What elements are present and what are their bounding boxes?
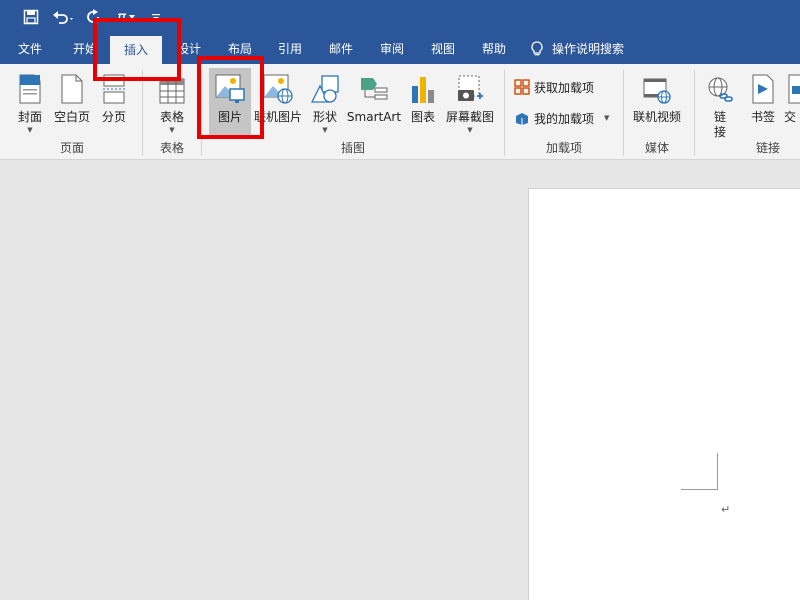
highlight-pictures-button [197,56,264,139]
get-addins-label: 获取加载项 [534,80,595,95]
paragraph-mark: ↵ [721,503,731,516]
shapes-button[interactable]: 形状 ▼ [306,68,344,138]
cross-reference-label: 交 [784,110,797,124]
link-label: 链接 [713,110,726,139]
chart-label: 图表 [410,110,435,124]
media-group-label: 媒体 [644,141,669,155]
blank-page-button[interactable]: 空白页 [52,68,92,138]
smartart-label: SmartArt [346,110,402,124]
undo-icon[interactable] [50,6,78,28]
tables-group-label: 表格 [159,141,184,155]
chevron-down-icon: ▼ [169,126,175,134]
chevron-down-icon: ▼ [604,114,610,122]
online-video-label: 联机视频 [632,110,681,124]
links-group-label: 链接 [755,141,780,155]
store-icon [514,79,530,95]
my-addins-label: 我的加载项 [534,111,595,126]
chart-icon [406,68,440,104]
chevron-down-icon: ▼ [27,126,33,134]
screenshot-icon [443,68,497,104]
pages-group-label: 页面 [59,141,84,155]
margin-corner-mark [717,453,718,490]
tab-review[interactable]: 审阅 [368,34,416,64]
my-addins-icon [514,110,530,126]
online-video-button[interactable]: 联机视频 [630,68,684,138]
tab-help[interactable]: 帮助 [470,34,518,64]
screenshot-button[interactable]: 屏幕截图 ▼ [443,68,497,138]
bookmark-icon [746,68,780,104]
group-divider [504,70,505,156]
margin-corner-mark [681,489,718,490]
illustrations-group-label: 插图 [340,141,365,155]
save-icon[interactable] [20,6,42,28]
smartart-icon [346,68,402,104]
my-addins-button[interactable]: 我的加载项 ▼ [514,107,609,129]
group-divider [623,70,624,156]
chart-button[interactable]: 图表 [406,68,440,138]
tab-file[interactable]: 文件 [6,34,54,64]
cover-page-button[interactable]: 封面 ▼ [12,68,48,138]
table-label: 表格 [159,110,184,124]
blank-page-icon [52,68,92,104]
lightbulb-icon [530,41,544,57]
tab-view[interactable]: 视图 [418,34,468,64]
bookmark-label: 书签 [750,110,775,124]
screenshot-label: 屏幕截图 [445,110,494,124]
blank-page-label: 空白页 [53,110,90,124]
link-button[interactable]: 链接 [702,68,738,139]
shapes-label: 形状 [312,110,337,124]
document-page[interactable] [528,188,800,600]
cover-page-icon [12,68,48,104]
page-break-label: 分页 [101,110,126,124]
shapes-icon [306,68,344,104]
group-divider [694,70,695,156]
chevron-down-icon: ▼ [467,126,473,134]
cross-reference-icon [784,68,800,104]
group-divider [142,70,143,156]
bookmark-button[interactable]: 书签 [746,68,780,138]
get-addins-button[interactable]: 获取加载项 [514,76,594,98]
chevron-down-icon: ▼ [322,126,328,134]
addins-group-label: 加载项 [545,141,582,155]
cover-page-label: 封面 [17,110,42,124]
online-video-icon [630,68,684,104]
tell-me-search[interactable]: 操作说明搜索 [530,34,640,64]
tab-mailings[interactable]: 邮件 [316,34,366,64]
tell-me-label: 操作说明搜索 [552,42,625,56]
cross-reference-button[interactable]: 交 [784,68,800,138]
smartart-button[interactable]: SmartArt [346,68,402,138]
highlight-insert-tab [93,18,181,81]
tab-references[interactable]: 引用 [266,34,314,64]
link-icon [702,68,738,104]
